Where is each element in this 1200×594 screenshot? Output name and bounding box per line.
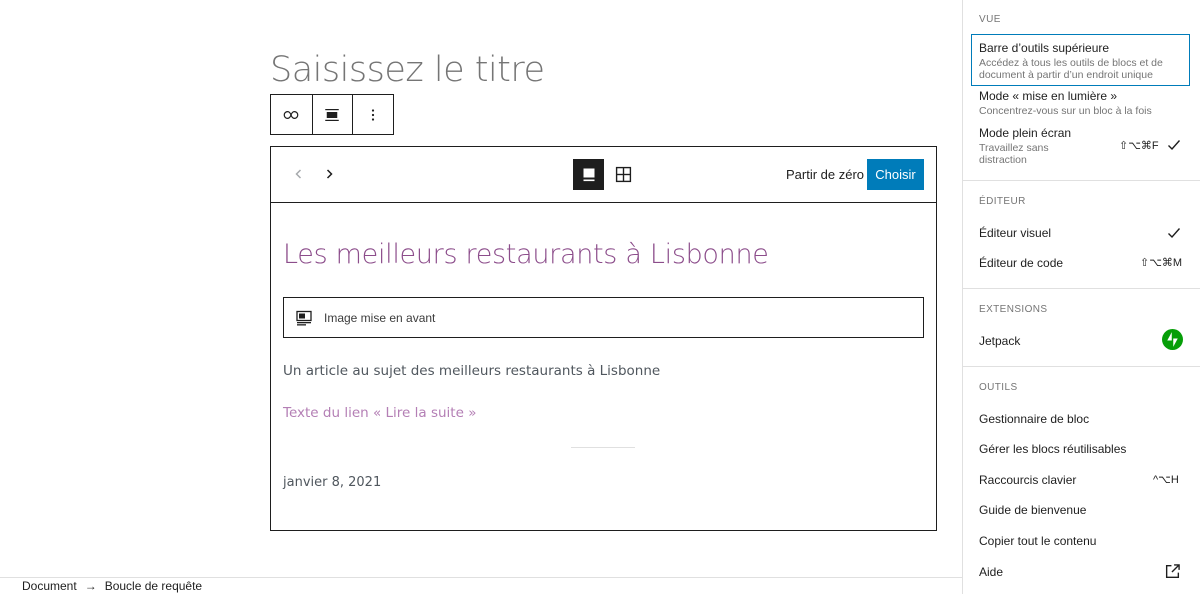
- post-date: janvier 8, 2021: [283, 475, 382, 490]
- menu-label: Gérer les blocs réutilisables: [979, 442, 1127, 456]
- post-excerpt: Un article au sujet des meilleurs restau…: [283, 363, 661, 379]
- section-view: Vue Barre d’outils supérieure Accédez à …: [963, 0, 1200, 181]
- chevron-left-icon: [295, 169, 302, 179]
- menu-item-keyboard-shortcuts[interactable]: Raccourcis clavier ^⌥H: [963, 473, 1200, 487]
- previous-pattern-button[interactable]: [289, 164, 309, 184]
- menu-label: Mode plein écran: [979, 126, 1072, 140]
- menu-label: Aide: [979, 565, 1004, 579]
- loop-icon[interactable]: [271, 95, 312, 134]
- next-pattern-button[interactable]: [319, 164, 339, 184]
- pattern-selector-bar: Partir de zéro Choisir: [271, 147, 936, 203]
- featured-image-placeholder: Image mise en avant: [283, 297, 924, 338]
- single-view-icon: [583, 168, 594, 181]
- menu-description: Travaillez sans distraction: [979, 142, 1049, 166]
- menu-item-reusable-blocks[interactable]: Gérer les blocs réutilisables: [963, 442, 1200, 456]
- chevron-right-icon: [326, 169, 333, 179]
- block-toolbar: [270, 94, 394, 135]
- jetpack-icon: [1162, 329, 1183, 350]
- post-title-input[interactable]: Saisissez le titre: [270, 50, 545, 90]
- section-heading-view: Vue: [979, 14, 1001, 25]
- choose-pattern-button[interactable]: Choisir: [867, 159, 924, 190]
- section-heading-tools: Outils: [979, 382, 1018, 393]
- check-icon: [1168, 140, 1181, 151]
- menu-label: Éditeur visuel: [979, 226, 1052, 240]
- external-link-icon: [1165, 564, 1180, 579]
- read-more-link: Texte du lien « Lire la suite »: [283, 405, 477, 421]
- menu-label: Gestionnaire de bloc: [979, 412, 1090, 426]
- pattern-post-title: Les meilleurs restaurants à Lisbonne: [283, 239, 769, 270]
- featured-image-label: Image mise en avant: [324, 310, 436, 325]
- shortcut-label: ⇧⌥⌘M: [1140, 257, 1183, 269]
- menu-item-copy-all-content[interactable]: Copier tout le contenu: [963, 534, 1200, 548]
- breadcrumb-query-loop[interactable]: Boucle de requête: [105, 579, 202, 593]
- grid-view-button[interactable]: [608, 159, 639, 190]
- menu-item-spotlight-mode[interactable]: Mode « mise en lumière » Concentrez-vous…: [963, 89, 1200, 118]
- breadcrumb-document[interactable]: Document: [22, 579, 77, 593]
- menu-label: Barre d’outils supérieure: [979, 41, 1110, 55]
- menu-label: Mode « mise en lumière »: [979, 89, 1118, 103]
- shortcut-label: ^⌥H: [1153, 474, 1179, 486]
- menu-label: Guide de bienvenue: [979, 503, 1087, 517]
- menu-item-code-editor[interactable]: Éditeur de code ⇧⌥⌘M: [963, 256, 1200, 270]
- breadcrumb: Document → Boucle de requête: [0, 577, 962, 594]
- editor-canvas: Saisissez le titre Partir de zéro Choisi…: [0, 0, 962, 577]
- section-heading-extensions: Extensions: [979, 304, 1048, 315]
- menu-label: Copier tout le contenu: [979, 534, 1097, 548]
- section-extensions: Extensions Jetpack: [963, 289, 1200, 367]
- menu-item-visual-editor[interactable]: Éditeur visuel: [963, 226, 1200, 240]
- section-editor: Éditeur Éditeur visuel Éditeur de code ⇧…: [963, 181, 1200, 289]
- featured-image-icon: [296, 310, 312, 325]
- shortcut-label: ⇧⌥⌘F: [1119, 140, 1159, 152]
- arrow-right-icon: →: [84, 579, 97, 593]
- section-tools: Outils Gestionnaire de bloc Gérer les bl…: [963, 367, 1200, 594]
- start-blank-button[interactable]: Partir de zéro: [786, 167, 864, 182]
- options-dropdown: Vue Barre d’outils supérieure Accédez à …: [962, 0, 1200, 594]
- menu-item-fullscreen-mode[interactable]: Mode plein écran Travaillez sans distrac…: [963, 126, 1200, 166]
- menu-item-help[interactable]: Aide: [963, 564, 1200, 579]
- check-icon: [1168, 228, 1181, 239]
- menu-item-jetpack[interactable]: Jetpack: [963, 329, 1200, 350]
- align-wide-icon[interactable]: [311, 95, 353, 134]
- menu-item-block-manager[interactable]: Gestionnaire de bloc: [963, 412, 1200, 426]
- separator: [571, 447, 635, 448]
- carousel-view-button[interactable]: [573, 159, 604, 190]
- query-loop-block[interactable]: Partir de zéro Choisir Les meilleurs res…: [270, 146, 937, 531]
- menu-item-welcome-guide[interactable]: Guide de bienvenue: [963, 503, 1200, 517]
- menu-item-top-toolbar[interactable]: Barre d’outils supérieure Accédez à tous…: [963, 41, 1200, 81]
- more-options-icon[interactable]: [352, 95, 393, 134]
- menu-label: Jetpack: [979, 334, 1021, 348]
- menu-description: Accédez à tous les outils de blocs et de…: [979, 57, 1163, 81]
- section-heading-editor: Éditeur: [979, 196, 1026, 207]
- grid-view-icon: [615, 166, 632, 183]
- menu-description: Concentrez-vous sur un bloc à la fois: [979, 105, 1152, 117]
